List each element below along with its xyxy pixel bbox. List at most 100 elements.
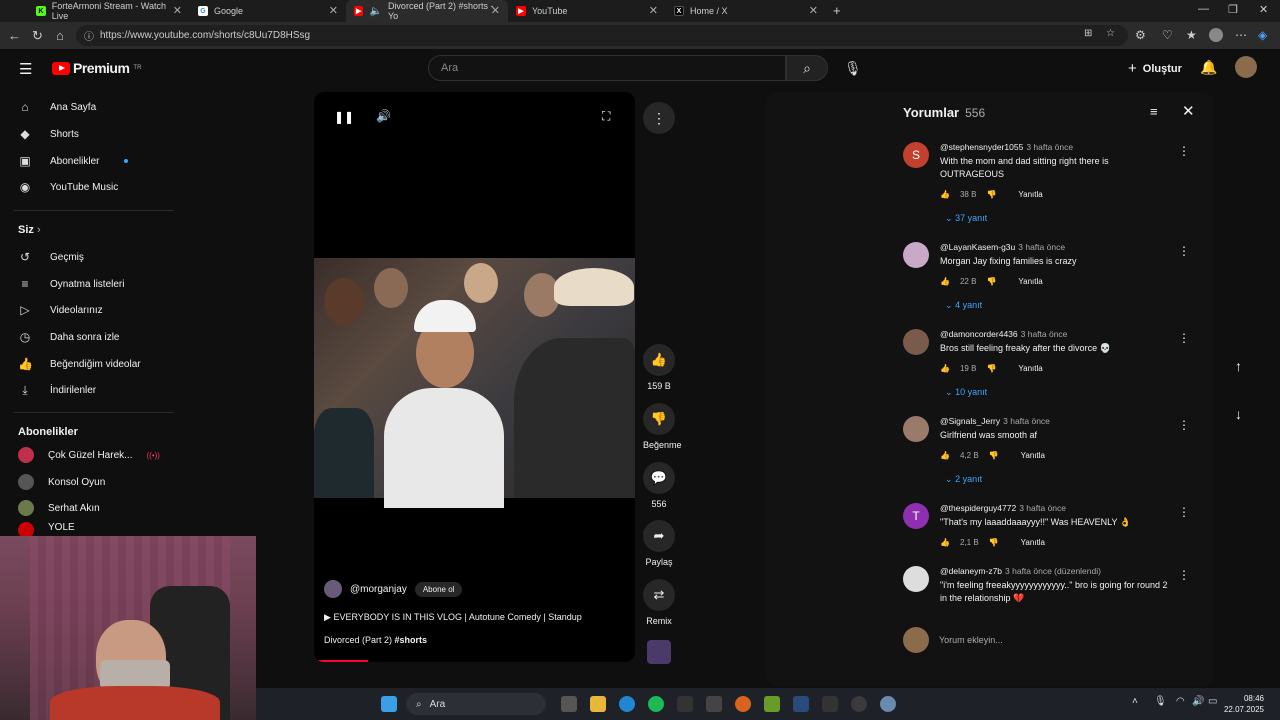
apps-icon[interactable]: ⊞ — [1084, 28, 1092, 39]
shorts-player[interactable]: ❚❚ 🔊 ⛶ @morganjay Abone ol ▶ EVERYBODY I… — [314, 92, 635, 662]
start-windows-icon[interactable] — [381, 696, 397, 712]
more-options-button[interactable]: ⋮ — [643, 102, 675, 134]
settings-gear-icon[interactable] — [880, 696, 896, 712]
game-launcher-icon[interactable] — [764, 696, 780, 712]
taskbar-search[interactable]: ⌕ Ara — [406, 693, 546, 715]
voice-search-icon[interactable]: 🎙 — [844, 60, 862, 77]
tab-fortearmoni[interactable]: K ForteArmoni Stream - Watch Live ✕ — [28, 0, 190, 22]
view-replies-button[interactable]: ⌄ 4 yanıt — [945, 300, 982, 311]
volume-icon[interactable]: 🔊 — [376, 109, 391, 123]
thumbs-up-icon[interactable]: 👍 — [940, 190, 950, 199]
microphone-tray-icon[interactable]: 🎙 — [1154, 696, 1167, 707]
steam-icon[interactable] — [793, 696, 809, 712]
sidebar-item-youtube-music[interactable]: ◉ YouTube Music — [18, 174, 168, 200]
search-button[interactable]: ⌕ — [786, 55, 828, 81]
subscribe-button[interactable]: Abone ol — [414, 581, 463, 597]
tab-divorced-short[interactable]: ▶ 🔈 Divorced (Part 2) #shorts - Yo ✕ — [346, 0, 508, 22]
close-comments-icon[interactable]: ✕ — [1182, 102, 1195, 120]
sort-icon[interactable]: ≡ — [1150, 104, 1158, 119]
reply-button[interactable]: Yanıtla — [1018, 277, 1042, 286]
comment-menu-icon[interactable]: ⋮ — [1178, 144, 1190, 158]
youtube-premium-logo[interactable]: Premium TR — [52, 60, 141, 76]
comment-menu-icon[interactable]: ⋮ — [1178, 505, 1190, 519]
reply-button[interactable]: Yanıtla — [1018, 364, 1042, 373]
system-clock[interactable]: 08:46 22.07.2025 — [1220, 693, 1264, 715]
comment-menu-icon[interactable]: ⋮ — [1178, 244, 1190, 258]
reply-button[interactable]: Yanıtla — [1021, 451, 1045, 460]
add-comment-input[interactable]: Yorum ekleyin... — [939, 635, 1003, 645]
reply-button[interactable]: Yanıtla — [1021, 538, 1045, 547]
thumbs-down-icon[interactable]: 👎 — [989, 538, 999, 547]
sidebar-subscription[interactable]: Çok Güzel Harek... ((•)) — [18, 443, 160, 467]
sidebar-subscription[interactable]: YOLE — [18, 522, 75, 536]
wifi-icon[interactable]: ◠ — [1176, 696, 1185, 707]
sidebar-item-subscriptions[interactable]: ▣ Abonelikler — [18, 148, 168, 174]
channel-name[interactable]: @morganjay — [350, 584, 407, 595]
tab-google[interactable]: G Google ✕ — [190, 0, 346, 22]
obs-icon[interactable] — [851, 696, 867, 712]
comment-menu-icon[interactable]: ⋮ — [1178, 418, 1190, 432]
commenter-avatar[interactable] — [903, 242, 929, 268]
reload-icon[interactable]: ↻ — [32, 28, 43, 44]
fullscreen-icon[interactable]: ⛶ — [602, 109, 610, 124]
author-name[interactable]: @thespiderguy4772 — [940, 503, 1016, 513]
sidebar-subscription[interactable]: Konsol Oyun — [18, 470, 105, 494]
thumbs-up-icon[interactable]: 👍 — [940, 451, 950, 460]
speaker-icon[interactable]: 🔈 — [369, 6, 381, 17]
close-icon[interactable]: ✕ — [329, 4, 338, 17]
thumbs-up-icon[interactable]: 👍 — [940, 277, 950, 286]
thumbs-up-icon[interactable]: 👍 — [940, 538, 950, 547]
minimize-icon[interactable]: — — [1198, 3, 1209, 15]
previous-short-arrow-icon[interactable]: ↑ — [1235, 358, 1242, 374]
comment-menu-icon[interactable]: ⋮ — [1178, 331, 1190, 345]
chevron-up-icon[interactable]: ˄ — [1132, 696, 1138, 707]
comment-menu-icon[interactable]: ⋮ — [1178, 568, 1190, 582]
author-name[interactable]: @damoncorder4436 — [940, 329, 1018, 339]
hamburger-menu-icon[interactable]: ☰ — [19, 60, 32, 78]
channel-avatar[interactable] — [324, 580, 342, 598]
spotify-icon[interactable] — [648, 696, 664, 712]
commenter-avatar[interactable] — [903, 566, 929, 592]
commenter-avatar[interactable] — [903, 416, 929, 442]
more-menu-icon[interactable]: ⋯ — [1235, 28, 1247, 42]
search-input[interactable]: Ara — [428, 55, 786, 81]
sidebar-item-watch-later[interactable]: ◷ Daha sonra izle — [18, 324, 168, 350]
remix-button[interactable]: ⇄ Remix — [643, 579, 675, 626]
thumbs-down-icon[interactable]: 👎 — [989, 451, 999, 460]
battery-icon[interactable]: ▭ — [1208, 696, 1217, 707]
task-view-icon[interactable] — [561, 696, 577, 712]
like-button[interactable]: 👍 159 B — [643, 344, 675, 391]
site-info-icon[interactable]: ⓘ — [84, 28, 94, 43]
author-name[interactable]: @LayanKasem-g3u — [940, 242, 1015, 252]
share-button[interactable]: ➦ Paylaş — [643, 520, 675, 567]
app-icon[interactable] — [822, 696, 838, 712]
create-button[interactable]: + Oluştur — [1128, 60, 1182, 77]
thumbs-down-icon[interactable]: 👎 — [986, 277, 996, 286]
thumbs-down-icon[interactable]: 👎 — [986, 190, 996, 199]
pause-icon[interactable]: ❚❚ — [334, 110, 354, 124]
thumbs-down-icon[interactable]: 👎 — [986, 364, 996, 373]
close-icon[interactable]: ✕ — [649, 4, 658, 17]
view-replies-button[interactable]: ⌄ 2 yanıt — [945, 474, 982, 485]
new-tab-icon[interactable]: + — [833, 3, 841, 18]
volume-tray-icon[interactable]: 🔊 — [1192, 696, 1204, 707]
favorites-icon[interactable]: ★ — [1186, 28, 1197, 42]
sidebar-item-home[interactable]: ⌂ Ana Sayfa — [18, 94, 168, 120]
sidebar-item-playlists[interactable]: ≡ Oynatma listeleri — [18, 271, 168, 297]
profile-icon[interactable] — [1209, 28, 1223, 42]
commenter-avatar[interactable] — [903, 329, 929, 355]
back-icon[interactable]: ← — [8, 28, 21, 43]
author-name[interactable]: @delaneym-z7b — [940, 566, 1002, 576]
dislike-button[interactable]: 👎 Beğenme — [643, 403, 682, 450]
tab-x-home[interactable]: X Home / X ✕ — [666, 0, 826, 22]
close-icon[interactable]: ✕ — [809, 4, 818, 17]
next-short-arrow-icon[interactable]: ↓ — [1235, 406, 1242, 422]
sidebar-item-downloads[interactable]: ⤓ İndirilenler — [18, 377, 168, 403]
extensions-icon[interactable]: ⚙ — [1135, 28, 1146, 42]
home-icon[interactable]: ⌂ — [56, 28, 64, 43]
sidebar-subscription[interactable]: Serhat Akın — [18, 496, 100, 520]
favorite-star-icon[interactable]: ☆ — [1106, 28, 1115, 39]
hashtag-link[interactable]: #shorts — [395, 635, 428, 645]
maximize-icon[interactable]: ❐ — [1228, 3, 1238, 16]
commenter-avatar[interactable]: T — [903, 503, 929, 529]
